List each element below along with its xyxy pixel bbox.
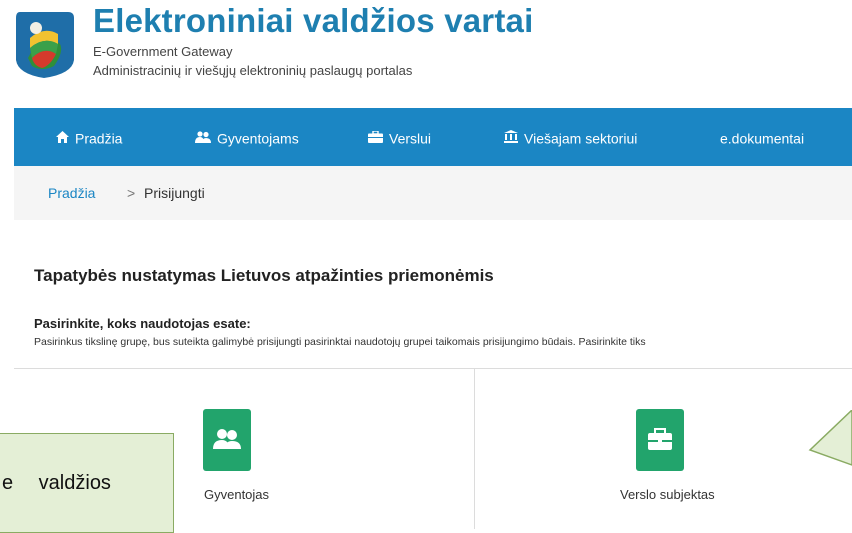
nav-item-label: Verslui [389,130,432,147]
nav-item-label: Pradžia [75,130,123,147]
nav-item-edocuments[interactable]: e.dokumentai [720,108,804,166]
nav-item-business[interactable]: Verslui [368,108,431,166]
people-icon [203,409,251,471]
nav-item-label: Gyventojams [217,130,299,147]
site-subtitle-lt: Administracinių ir viešųjų elektroninių … [93,63,413,78]
user-type-label: Gyventojas [204,487,270,502]
nav-item-home[interactable]: Pradžia [56,108,122,166]
user-type-description: Pasirinkus tikslinę grupę, bus suteikta … [34,336,646,348]
main-nav: Pradžia Gyventojams Verslui Viešajam sek… [14,108,852,166]
breadcrumb: Pradžia > Prisijungti [14,166,852,220]
site-title[interactable]: Elektroniniai valdžios vartai [93,2,533,40]
annotation-callout [800,408,852,470]
breadcrumb-home-link[interactable]: Pradžia [48,185,95,201]
user-type-question: Pasirinkite, koks naudotojas esate: [34,316,251,331]
people-icon [195,109,211,167]
annotation-box-text: e valdžios [2,472,111,494]
site-subtitle-en: E-Government Gateway [93,44,233,59]
site-logo[interactable] [14,8,76,80]
institution-icon [504,109,518,167]
breadcrumb-current: Prisijungti [144,185,205,201]
briefcase-icon [636,409,684,471]
user-type-card-business[interactable]: Verslo subjektas [475,369,852,529]
nav-item-label: Viešajam sektoriui [524,130,638,147]
nav-item-public-sector[interactable]: Viešajam sektoriui [504,108,637,166]
page-title: Tapatybės nustatymas Lietuvos atpažintie… [34,266,494,285]
home-icon [56,109,69,167]
nav-item-residents[interactable]: Gyventojams [195,108,299,166]
briefcase-icon [368,109,383,167]
user-type-label: Verslo subjektas [620,487,715,502]
nav-item-label: e.dokumentai [720,130,805,147]
breadcrumb-separator: > [127,185,136,201]
